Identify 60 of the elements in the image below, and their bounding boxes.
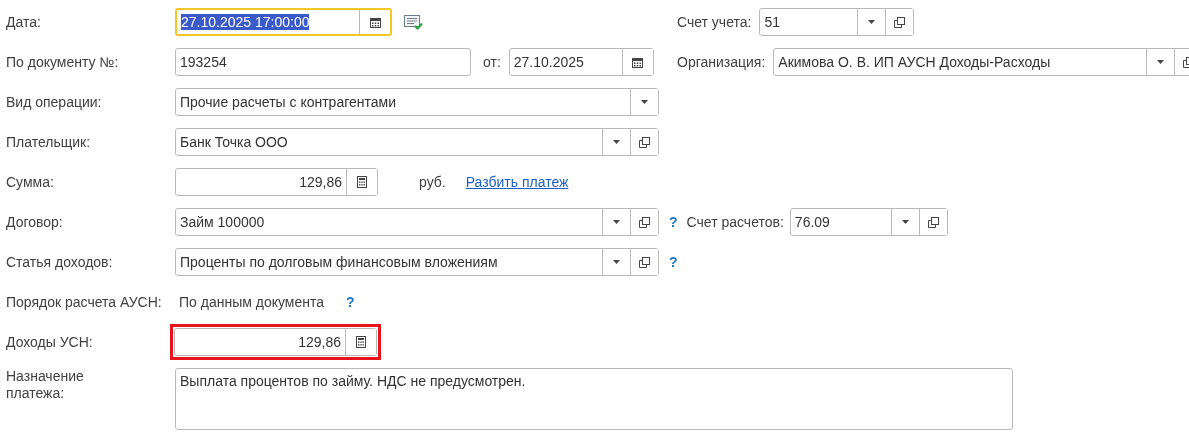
field-label: По документу №: — [5, 54, 120, 70]
open-button[interactable] — [630, 249, 658, 275]
open-icon — [639, 256, 650, 268]
account-field[interactable]: 51 — [759, 8, 915, 36]
open-button[interactable] — [918, 209, 947, 235]
field-label: от: — [483, 54, 501, 70]
open-button[interactable] — [630, 129, 658, 155]
calendar-button[interactable] — [359, 10, 390, 34]
field-label: Статья доходов: — [5, 254, 114, 270]
dropdown-button[interactable] — [630, 89, 658, 115]
date-field[interactable]: 27.10.2025 — [508, 48, 654, 76]
field-label: Плательщик: — [5, 134, 92, 150]
calendar-icon — [369, 16, 381, 28]
field-label: Счет учета: — [677, 14, 752, 30]
field-label: Дата: — [5, 14, 42, 30]
contract-field[interactable]: Займ 100000 — [175, 208, 659, 236]
calculator-button[interactable] — [346, 169, 377, 195]
document-check-icon[interactable] — [404, 14, 423, 30]
account-field[interactable]: 76.09 — [789, 208, 948, 236]
open-icon — [639, 216, 650, 228]
calculator-button[interactable] — [345, 329, 376, 355]
field-label: Доходы УСН: — [5, 334, 94, 350]
calendar-button[interactable] — [621, 49, 653, 75]
open-button[interactable] — [885, 9, 914, 35]
payment-purpose-field[interactable]: Выплата процентов по займу. НДС не предусмотрен. — [175, 368, 1013, 430]
dropdown-icon — [641, 100, 648, 104]
dropdown-icon — [1157, 60, 1165, 64]
help-link[interactable]: ? — [346, 294, 355, 310]
operation-field[interactable]: Прочие расчеты с контрагентами — [175, 88, 659, 116]
calculator-icon — [356, 336, 366, 348]
document-number-field[interactable]: 193254 — [175, 48, 471, 76]
field-label: Назначение платежа: — [5, 368, 85, 402]
dropdown-icon — [868, 20, 876, 24]
income-item-field[interactable]: Проценты по долговым финансовым вложениям — [175, 248, 659, 276]
dropdown-icon — [613, 260, 620, 264]
field-label: Порядок расчета АУСН: — [5, 294, 163, 310]
help-link[interactable]: ? — [669, 214, 678, 230]
field-label: Вид операции: — [5, 94, 103, 110]
payer-field[interactable]: Банк Точка ООО — [175, 128, 659, 156]
currency-label: руб. — [419, 174, 446, 190]
organization-field[interactable]: Акимова О. В. ИП АУСН Доходы-Расходы — [773, 48, 1189, 76]
dropdown-icon — [901, 220, 909, 224]
field-label: Договор: — [5, 214, 64, 230]
field-label: Счет расчетов: — [686, 214, 784, 230]
amount-field[interactable]: 129,86 — [175, 168, 378, 196]
date-field[interactable]: 27.10.2025 17:00:00 — [175, 8, 392, 36]
dropdown-icon — [613, 140, 620, 144]
calculator-icon — [357, 176, 367, 188]
open-icon — [894, 16, 906, 28]
dropdown-icon — [613, 220, 620, 224]
help-link[interactable]: ? — [669, 254, 678, 270]
open-icon — [639, 136, 650, 148]
calendar-icon — [632, 56, 644, 68]
open-button[interactable] — [630, 209, 658, 235]
field-value: По данным документа — [179, 294, 324, 310]
open-icon — [927, 216, 939, 228]
field-label: Сумма: — [5, 174, 55, 190]
field-label: Организация: — [677, 54, 766, 70]
amount-field[interactable]: 129,86 — [174, 328, 377, 356]
split-payment-link[interactable]: Разбить платеж — [465, 174, 569, 190]
